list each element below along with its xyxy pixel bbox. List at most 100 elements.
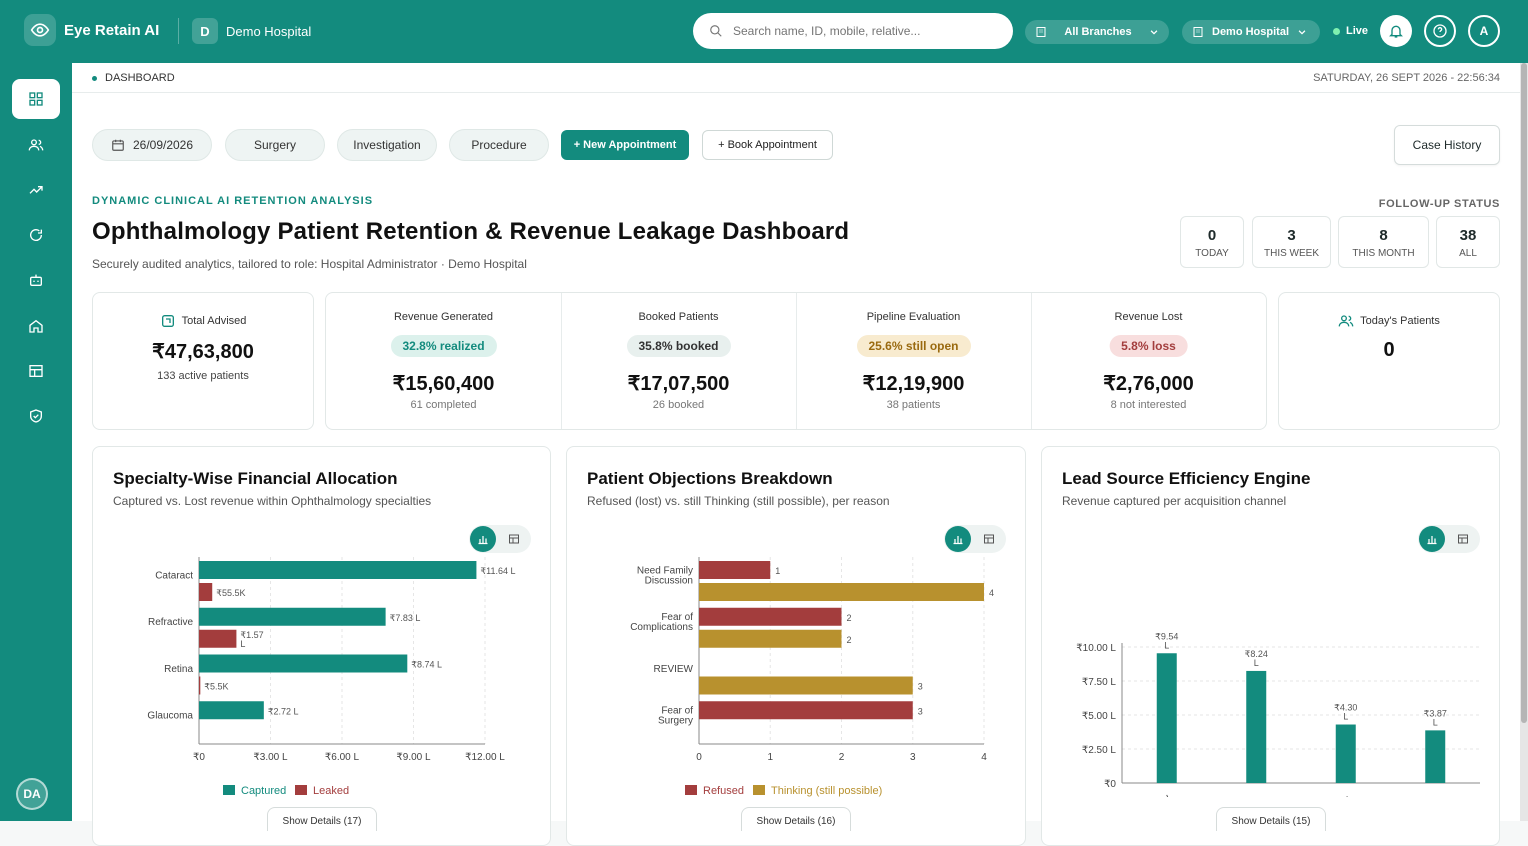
refresh-icon: [30, 229, 43, 241]
trend-icon: [29, 186, 43, 194]
open-badge: 25.6% still open: [856, 335, 971, 357]
sidebar-item-dashboard[interactable]: [12, 79, 60, 119]
book-appointment-button[interactable]: + Book Appointment: [702, 130, 833, 160]
category-label: Camp: [1412, 794, 1441, 797]
category-label: Refractive: [148, 617, 193, 628]
sidebar-item-branches[interactable]: [12, 306, 60, 346]
top-bar: Eye Retain AI D Demo Hospital All Branch…: [0, 0, 1528, 63]
legend-label: Leaked: [313, 785, 349, 797]
objections-bar-chart: 0 1 2 3 4 Need Family Discussion 1 4 Fear of Compl…: [630, 557, 994, 797]
category-label: REVIEW: [654, 664, 694, 675]
stat-label: Pipeline Evaluation: [866, 311, 961, 323]
bar-captured: [1246, 670, 1267, 783]
chip-procedure[interactable]: Procedure: [449, 129, 549, 161]
hospital-badge: D: [192, 18, 218, 44]
sidebar-item-tables[interactable]: [12, 351, 60, 391]
page-subtitle: Securely audited analytics, tailored to …: [92, 257, 527, 271]
stat-booked-patients: Booked Patients 35.8% booked ₹17,07,500 …: [561, 293, 796, 429]
stat-value: ₹12,19,900: [862, 373, 965, 395]
stat-value: ₹2,76,000: [1103, 373, 1194, 395]
followup-label: THIS WEEK: [1263, 248, 1319, 259]
show-details-button[interactable]: Show Details (15): [1216, 807, 1326, 831]
bot-icon: [30, 274, 42, 286]
category-label: Social Media: [1205, 794, 1262, 797]
y-tick-label: ₹2.50 L: [1082, 745, 1117, 756]
y-tick-label: ₹7.50 L: [1082, 677, 1117, 688]
stat-value: 0: [1383, 339, 1395, 361]
stat-pipeline: Pipeline Evaluation 25.6% still open ₹12…: [796, 293, 1031, 429]
followup-all[interactable]: 38 ALL: [1436, 216, 1500, 268]
bar-thinking: [699, 629, 842, 648]
hospital-dropdown[interactable]: Demo Hospital: [1182, 20, 1320, 44]
sidebar: DA: [0, 63, 72, 821]
chart-subtitle: Captured vs. Lost revenue within Ophthal…: [113, 494, 432, 508]
stat-label: Total Advised: [181, 315, 247, 327]
bar-leaked: [199, 629, 237, 648]
followup-value: 3: [1287, 227, 1296, 244]
y-tick-label: ₹0: [1104, 779, 1116, 790]
notifications-button[interactable]: [1380, 15, 1412, 47]
page-title: Ophthalmology Patient Retention & Revenu…: [92, 218, 850, 245]
breadcrumb-dot: [92, 75, 97, 81]
x-tick-label: ₹6.00 L: [325, 752, 360, 763]
x-tick-label: ₹9.00 L: [396, 752, 431, 763]
branches-dropdown[interactable]: All Branches: [1025, 20, 1169, 44]
show-details-button[interactable]: Show Details (16): [741, 807, 851, 831]
search-box[interactable]: [693, 13, 1013, 49]
user-avatar[interactable]: A: [1468, 15, 1500, 47]
followup-today[interactable]: 0 TODAY: [1180, 216, 1244, 268]
show-details-button[interactable]: Show Details (17): [267, 807, 377, 831]
date-picker[interactable]: 26/09/2026: [92, 129, 212, 161]
bar-leaked: [199, 583, 213, 601]
chart-card-specialty: Specialty-Wise Financial Allocation Capt…: [92, 446, 551, 846]
sidebar-item-followups[interactable]: [12, 215, 60, 255]
sidebar-item-patients[interactable]: [12, 125, 60, 165]
stat-header: Total Advised: [93, 313, 313, 329]
stat-label: Revenue Generated: [393, 311, 494, 323]
stat-label: Today's Patients: [1360, 315, 1440, 327]
data-label: 3: [918, 682, 923, 692]
stat-card-total-advised: Total Advised ₹47,63,800 133 active pati…: [92, 292, 314, 430]
followup-this-week[interactable]: 3 THIS WEEK: [1252, 216, 1331, 268]
x-tick-label: 3: [910, 752, 916, 763]
bar-refused: [699, 561, 771, 579]
stat-revenue-generated: Revenue Generated 32.8% realized ₹15,60,…: [326, 293, 561, 429]
loss-badge: 5.8% loss: [1109, 335, 1188, 357]
stat-header: Today's Patients: [1279, 313, 1499, 329]
category-label: Retina: [164, 664, 193, 675]
shield-icon: [30, 409, 42, 423]
followup-this-month[interactable]: 8 THIS MONTH: [1338, 216, 1429, 268]
section-eyebrow: DYNAMIC CLINICAL AI RETENTION ANALYSIS: [92, 195, 374, 207]
x-tick-label: 0: [696, 752, 702, 763]
stat-sub: 133 active patients: [157, 370, 249, 382]
user-initials-badge[interactable]: DA: [16, 778, 48, 810]
help-button[interactable]: [1424, 15, 1456, 47]
data-label: ₹2.72 L: [268, 706, 299, 716]
stat-sub: 26 booked: [652, 399, 705, 411]
chart-card-lead-source: Lead Source Efficiency Engine Revenue ca…: [1041, 446, 1500, 846]
followup-value: 8: [1379, 227, 1388, 244]
live-dot: [1333, 27, 1340, 35]
data-label: ₹5.5K: [204, 682, 228, 692]
stat-revenue-lost: Revenue Lost 5.8% loss ₹2,76,000 8 not i…: [1031, 293, 1266, 429]
bar-captured: [199, 701, 264, 720]
chip-investigation[interactable]: Investigation: [337, 129, 437, 161]
specialty-bar-chart: ₹0 ₹3.00 L ₹6.00 L ₹9.00 L ₹12.00 L Cataract ₹…: [147, 557, 516, 797]
current-datetime: SATURDAY, 26 SEPT 2026 - 22:56:34: [1313, 72, 1500, 84]
sidebar-item-trends[interactable]: [12, 170, 60, 210]
sidebar-item-ai[interactable]: [12, 260, 60, 300]
search-input[interactable]: [733, 24, 993, 38]
new-appointment-button[interactable]: + New Appointment: [561, 130, 689, 160]
data-label: ₹11.64 L: [480, 566, 515, 576]
sidebar-item-security[interactable]: [12, 396, 60, 436]
followup-label: TODAY: [1195, 248, 1229, 259]
booked-badge: 35.8% booked: [626, 335, 731, 357]
stat-value: ₹17,07,500: [627, 373, 730, 395]
data-label: L: [1343, 712, 1348, 722]
bar-refused: [699, 607, 842, 626]
scrollbar-thumb[interactable]: [1521, 63, 1527, 723]
x-tick-label: 1: [767, 752, 773, 763]
case-history-button[interactable]: Case History: [1394, 125, 1500, 165]
chip-surgery[interactable]: Surgery: [225, 129, 325, 161]
bar-thinking: [699, 583, 984, 601]
